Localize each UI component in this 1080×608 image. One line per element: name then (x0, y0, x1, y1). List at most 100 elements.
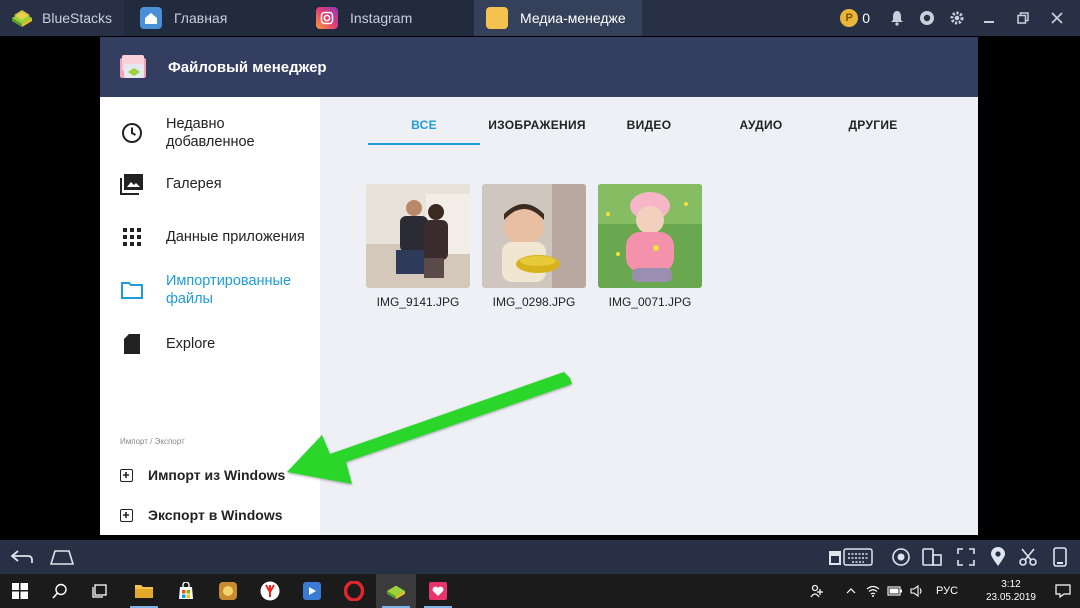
file-thumbnail[interactable] (598, 184, 702, 288)
drawer-item-label: Недавно добавленное (166, 116, 255, 150)
volume-icon[interactable] (906, 585, 928, 597)
drawer-item-label: Импортированные файлы (166, 273, 292, 307)
app-bar: Файловый менеджер (100, 37, 978, 97)
people-icon[interactable] (806, 584, 828, 598)
tab-bluestacks[interactable]: BlueStacks (0, 0, 124, 36)
chevron-up-icon[interactable] (840, 588, 862, 594)
file-thumbnail[interactable] (482, 184, 586, 288)
task-view-icon[interactable] (80, 574, 120, 608)
minimize-icon[interactable] (972, 0, 1006, 36)
folder-icon (486, 7, 508, 29)
screen-orientation-icon[interactable] (918, 540, 946, 574)
notifications-icon[interactable] (1046, 574, 1080, 608)
opera-icon[interactable] (334, 574, 374, 608)
action-label: Импорт из Windows (148, 467, 286, 483)
bluestacks-bottombar (0, 540, 1080, 574)
bluestacks-taskbar-icon[interactable] (376, 574, 416, 608)
import-icon (120, 468, 133, 482)
tab-label: BlueStacks (42, 10, 113, 26)
fullscreen-icon[interactable] (952, 540, 980, 574)
tab-label: ВИДЕО (626, 118, 672, 132)
app-title: Файловый менеджер (168, 58, 327, 76)
tab-all[interactable]: ВСЕ (368, 117, 480, 145)
coin-icon: P (840, 9, 859, 27)
windows-start-icon[interactable] (0, 574, 40, 608)
file-explorer-icon[interactable] (124, 574, 164, 608)
keyboard-icon[interactable] (826, 540, 876, 574)
bluestacks-titlebar: BlueStacks Главная Instagram Медиа-менед… (0, 0, 1080, 36)
store-icon[interactable] (166, 574, 206, 608)
clock-icon (120, 121, 144, 145)
drawer-item-imported-files[interactable]: Импортированные файлы (100, 272, 320, 308)
action-label: Экспорт в Windows (148, 507, 283, 523)
drawer-item-explore[interactable]: Explore (100, 332, 320, 356)
yandex-browser-icon[interactable] (250, 574, 290, 608)
tab-audio[interactable]: АУДИО (706, 117, 816, 143)
file-name: IMG_0071.JPG (608, 295, 692, 309)
folder-icon (120, 278, 144, 302)
titlebar-controls: P 0 (840, 0, 1080, 36)
eye-icon[interactable] (887, 540, 915, 574)
tab-other[interactable]: ДРУГИЕ (818, 117, 928, 143)
pink-app-icon[interactable] (418, 574, 458, 608)
account-icon[interactable] (912, 0, 942, 36)
tab-images[interactable]: ИЗОБРАЖЕНИЯ (482, 117, 592, 143)
bell-icon[interactable] (882, 0, 912, 36)
drawer-item-label: Данные приложения (166, 229, 305, 245)
drawer-item-label: Explore (166, 336, 216, 352)
taskbar-clock[interactable]: 3:12 23.05.2019 (986, 578, 1036, 604)
back-icon[interactable] (6, 540, 38, 574)
tab-instagram[interactable]: Instagram (302, 0, 474, 36)
tab-label: ДРУГИЕ (848, 118, 898, 132)
battery-icon[interactable] (884, 586, 906, 596)
wifi-icon[interactable] (862, 585, 884, 597)
apps-grid-icon (120, 225, 144, 249)
clock-date: 23.05.2019 (985, 592, 1036, 603)
clock-time: 3:12 (1001, 579, 1021, 590)
language-indicator[interactable]: РУС (936, 585, 958, 597)
tab-label: ВСЕ (411, 118, 437, 132)
import-from-windows-button[interactable]: Импорт из Windows (120, 467, 285, 483)
instagram-icon (316, 7, 338, 29)
export-to-windows-button[interactable]: Экспорт в Windows (120, 507, 283, 523)
navigation-drawer: Недавно добавленное Галерея Данные прило… (100, 97, 320, 535)
file-name: IMG_9141.JPG (376, 295, 460, 309)
coins-counter[interactable]: P 0 (840, 9, 870, 27)
phone-rotate-icon[interactable] (1046, 540, 1074, 574)
tab-home[interactable]: Главная (124, 0, 302, 36)
tab-label: Instagram (350, 10, 413, 26)
drawer-item-app-data[interactable]: Данные приложения (100, 219, 320, 255)
game-app-icon[interactable] (208, 574, 248, 608)
android-screen: Файловый менеджер Недавно добавленное Га… (100, 37, 978, 535)
home-icon[interactable] (46, 540, 78, 574)
sd-card-icon (120, 332, 144, 356)
location-icon[interactable] (984, 540, 1012, 574)
windows-taskbar: РУС 3:12 23.05.2019 (0, 574, 1080, 608)
home-icon (140, 7, 162, 29)
drawer-item-label: Галерея (166, 176, 222, 192)
search-icon[interactable] (40, 574, 80, 608)
tab-label: Главная (174, 10, 228, 26)
bluestacks-logo-icon (12, 10, 32, 27)
scissors-icon[interactable] (1014, 540, 1042, 574)
restore-icon[interactable] (1006, 0, 1040, 36)
gear-icon[interactable] (942, 0, 972, 36)
tab-label: Медиа-менедже (520, 10, 626, 26)
media-player-icon[interactable] (292, 574, 332, 608)
file-name: IMG_0298.JPG (492, 295, 576, 309)
tab-video[interactable]: ВИДЕО (594, 117, 704, 143)
close-icon[interactable] (1040, 0, 1074, 36)
drawer-item-recent[interactable]: Недавно добавленное (100, 115, 320, 151)
system-tray: РУС (806, 574, 958, 608)
coins-value: 0 (862, 10, 870, 26)
file-thumbnail[interactable] (366, 184, 470, 288)
gallery-icon (120, 172, 144, 196)
tab-media-manager[interactable]: Медиа-менедже (474, 0, 642, 36)
file-manager-logo-icon (118, 52, 150, 82)
section-label-import-export: Импорт / Экспорт (120, 437, 185, 446)
drawer-item-gallery[interactable]: Галерея (100, 172, 320, 196)
tab-label: ИЗОБРАЖЕНИЯ (488, 118, 586, 132)
file-content-area: ВСЕ ИЗОБРАЖЕНИЯ ВИДЕО АУДИО ДРУГИЕ IMG_9… (320, 97, 978, 535)
tab-label: АУДИО (739, 118, 783, 132)
export-icon (120, 508, 133, 522)
